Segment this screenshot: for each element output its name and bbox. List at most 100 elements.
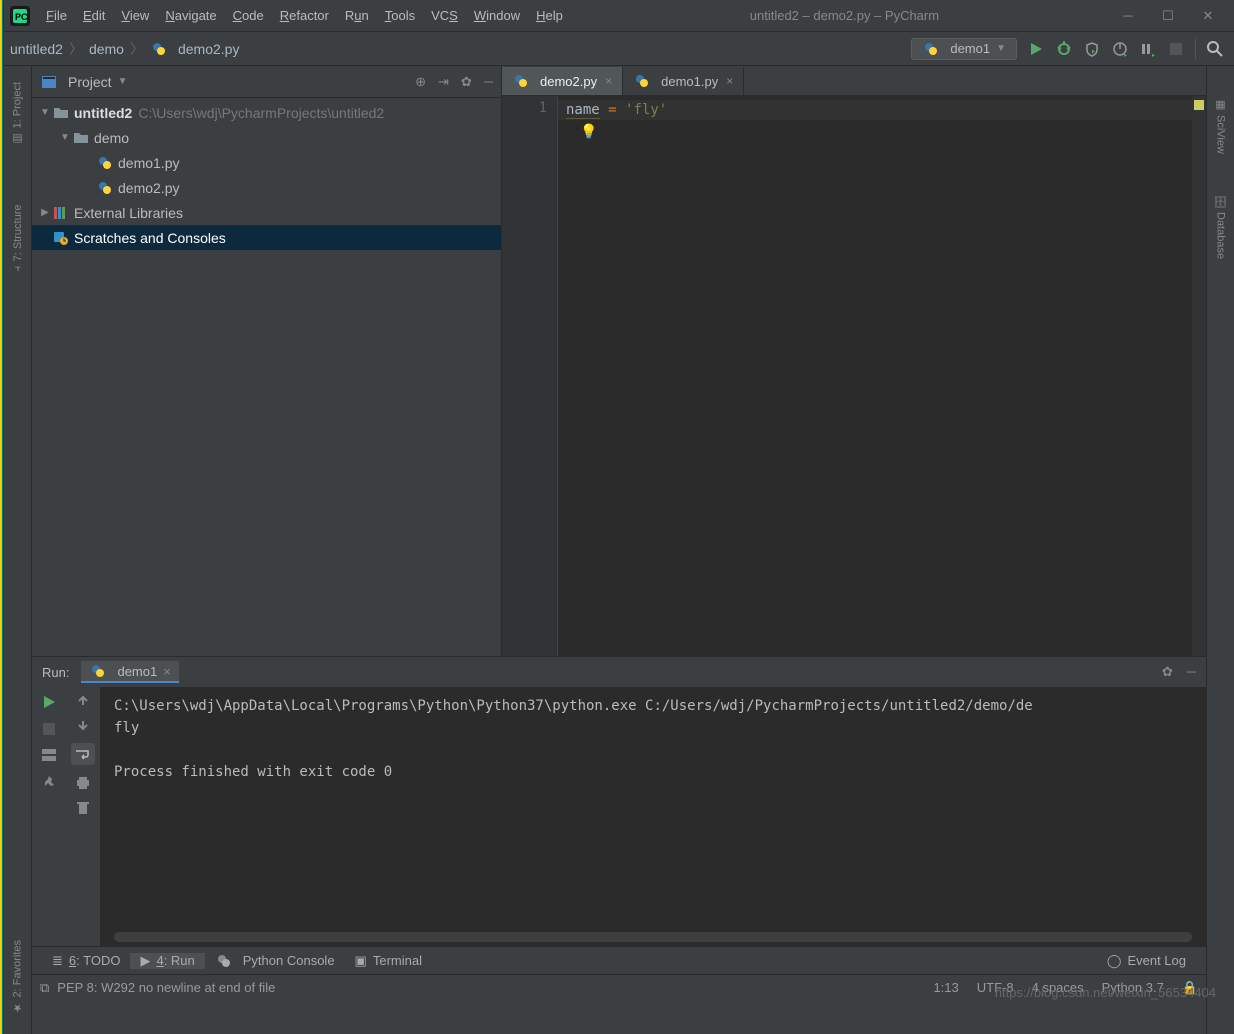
chevron-down-icon[interactable]: ▼: [118, 76, 128, 87]
tool-tab-structure[interactable]: ⫞ 7: Structure: [12, 205, 24, 271]
todo-icon: ≣: [52, 953, 63, 969]
close-tab-icon[interactable]: ×: [724, 74, 735, 88]
tool-tab-project[interactable]: ▤ 1: Project: [11, 82, 24, 145]
locate-icon[interactable]: ⊕: [415, 74, 426, 90]
editor-body[interactable]: 1 name = 'fly' 💡: [502, 96, 1206, 656]
close-button[interactable]: ✕: [1198, 8, 1218, 24]
library-icon: [52, 205, 70, 221]
tree-file-demo1[interactable]: demo1.py: [32, 150, 501, 175]
tree-file-demo2[interactable]: demo2.py: [32, 175, 501, 200]
minimize-button[interactable]: ─: [1118, 8, 1138, 24]
event-log[interactable]: ◯Event Log: [1097, 953, 1196, 969]
settings-gear-icon[interactable]: ✿: [461, 74, 472, 90]
run-config-selector[interactable]: demo1 ▼: [911, 38, 1017, 60]
status-python[interactable]: Python 3.7: [1102, 980, 1164, 996]
intention-bulb-icon[interactable]: 💡: [580, 122, 597, 142]
menu-code[interactable]: Code: [225, 4, 272, 27]
menu-navigate[interactable]: Navigate: [157, 4, 224, 27]
status-lock-icon[interactable]: 🔒: [1182, 980, 1198, 996]
debug-button[interactable]: [1055, 40, 1073, 58]
editor-tab-demo1[interactable]: demo1.py ×: [623, 67, 744, 95]
close-run-tab-icon[interactable]: ×: [163, 664, 171, 679]
tool-tab-database[interactable]: 🗄Database: [1214, 194, 1227, 259]
run-tool-window: Run: demo1 × ✿ ─: [32, 656, 1206, 946]
rerun-button[interactable]: [42, 695, 56, 709]
stop-button[interactable]: [43, 723, 55, 735]
star-icon: ★: [11, 1001, 24, 1014]
editor-tab-demo2[interactable]: demo2.py ×: [502, 67, 623, 95]
status-pos[interactable]: 1:13: [933, 980, 958, 996]
tool-tab-sciview[interactable]: ▦SciView: [1214, 98, 1227, 154]
editor-error-stripe[interactable]: [1192, 96, 1206, 656]
tool-python-console[interactable]: Python Console: [205, 953, 345, 969]
tree-root[interactable]: ▼ untitled2 C:\Users\wdj\PycharmProjects…: [32, 100, 501, 125]
python-icon: [89, 663, 107, 679]
run-header: Run: demo1 × ✿ ─: [32, 657, 1206, 687]
tree-folder[interactable]: ▼ demo: [32, 125, 501, 150]
project-panel-header: Project ▼ ⊕ ⇥ ✿ ─: [32, 66, 501, 98]
menu-tools[interactable]: Tools: [377, 4, 423, 27]
maximize-button[interactable]: ☐: [1158, 8, 1178, 24]
menu-view[interactable]: View: [113, 4, 157, 27]
run-icon: ▶: [140, 953, 150, 969]
tool-terminal[interactable]: ▣Terminal: [345, 953, 432, 969]
hide-icon[interactable]: ─: [484, 74, 493, 90]
python-file-icon: [633, 73, 651, 89]
titlebar: PC File Edit View Navigate Code Refactor…: [0, 0, 1234, 32]
pin-button[interactable]: [42, 775, 56, 789]
menu-run[interactable]: Run: [337, 4, 377, 27]
run-console[interactable]: C:\Users\wdj\AppData\Local\Programs\Pyth…: [100, 687, 1206, 946]
status-bar: ⧉ PEP 8: W292 no newline at end of file …: [32, 974, 1206, 1000]
soft-wrap-button[interactable]: [71, 743, 95, 765]
stop-button[interactable]: [1167, 40, 1185, 58]
menu-file[interactable]: File: [38, 4, 75, 27]
previous-button[interactable]: [77, 695, 89, 707]
clear-button[interactable]: [77, 801, 89, 815]
project-panel: Project ▼ ⊕ ⇥ ✿ ─ ▼ untitled2: [32, 66, 502, 656]
status-icon[interactable]: ⧉: [40, 980, 49, 996]
menu-refactor[interactable]: Refactor: [272, 4, 337, 27]
project-tree[interactable]: ▼ untitled2 C:\Users\wdj\PycharmProjects…: [32, 98, 501, 656]
hide-icon[interactable]: ─: [1187, 664, 1196, 680]
tool-run[interactable]: ▶4: Run: [130, 953, 204, 969]
navbar: untitled2 〉 demo 〉 demo2.py demo1 ▼: [0, 32, 1234, 66]
next-button[interactable]: [77, 719, 89, 731]
project-panel-title[interactable]: Project: [68, 74, 112, 90]
editor-tabs: demo2.py × demo1.py ×: [502, 66, 1206, 96]
chevron-down-icon: ▼: [996, 43, 1006, 54]
horizontal-scrollbar[interactable]: [114, 932, 1192, 942]
search-button[interactable]: [1206, 40, 1224, 58]
coverage-button[interactable]: [1083, 40, 1101, 58]
collapse-icon[interactable]: ⇥: [438, 74, 449, 90]
status-indent[interactable]: 4 spaces: [1032, 980, 1084, 996]
tree-scratches[interactable]: Scratches and Consoles: [32, 225, 501, 250]
profile-button[interactable]: [1111, 40, 1129, 58]
run-console-bar: [66, 687, 100, 946]
run-button[interactable]: [1027, 40, 1045, 58]
breadcrumb-file[interactable]: demo2.py: [178, 41, 239, 57]
menu-vcs[interactable]: VCS: [423, 4, 466, 27]
tool-todo[interactable]: ≣6: TODO: [42, 953, 130, 969]
folder-icon: [52, 105, 70, 121]
breadcrumb-project[interactable]: untitled2: [10, 41, 63, 57]
status-encoding[interactable]: UTF-8: [977, 980, 1014, 996]
editor-gutter: 1: [502, 96, 558, 656]
menu-help[interactable]: Help: [528, 4, 571, 27]
run-config-label: demo1: [950, 41, 990, 56]
print-button[interactable]: [76, 777, 90, 789]
run-tab[interactable]: demo1 ×: [81, 661, 178, 683]
sciview-icon: ▦: [1214, 98, 1227, 111]
settings-gear-icon[interactable]: ✿: [1162, 664, 1173, 680]
python-file-icon: [96, 180, 114, 196]
menu-edit[interactable]: Edit: [75, 4, 113, 27]
warning-marker-icon[interactable]: [1194, 100, 1204, 110]
breadcrumb-folder[interactable]: demo: [89, 41, 124, 57]
left-color-border: [0, 0, 4, 1034]
code-area[interactable]: name = 'fly' 💡: [558, 96, 1192, 656]
tool-tab-favorites[interactable]: ★ 2: Favorites: [11, 940, 24, 1014]
concurrency-button[interactable]: [1139, 40, 1157, 58]
layout-button[interactable]: [42, 749, 56, 761]
menu-window[interactable]: Window: [466, 4, 528, 27]
tree-ext-libraries[interactable]: ▶ External Libraries: [32, 200, 501, 225]
close-tab-icon[interactable]: ×: [603, 74, 614, 88]
